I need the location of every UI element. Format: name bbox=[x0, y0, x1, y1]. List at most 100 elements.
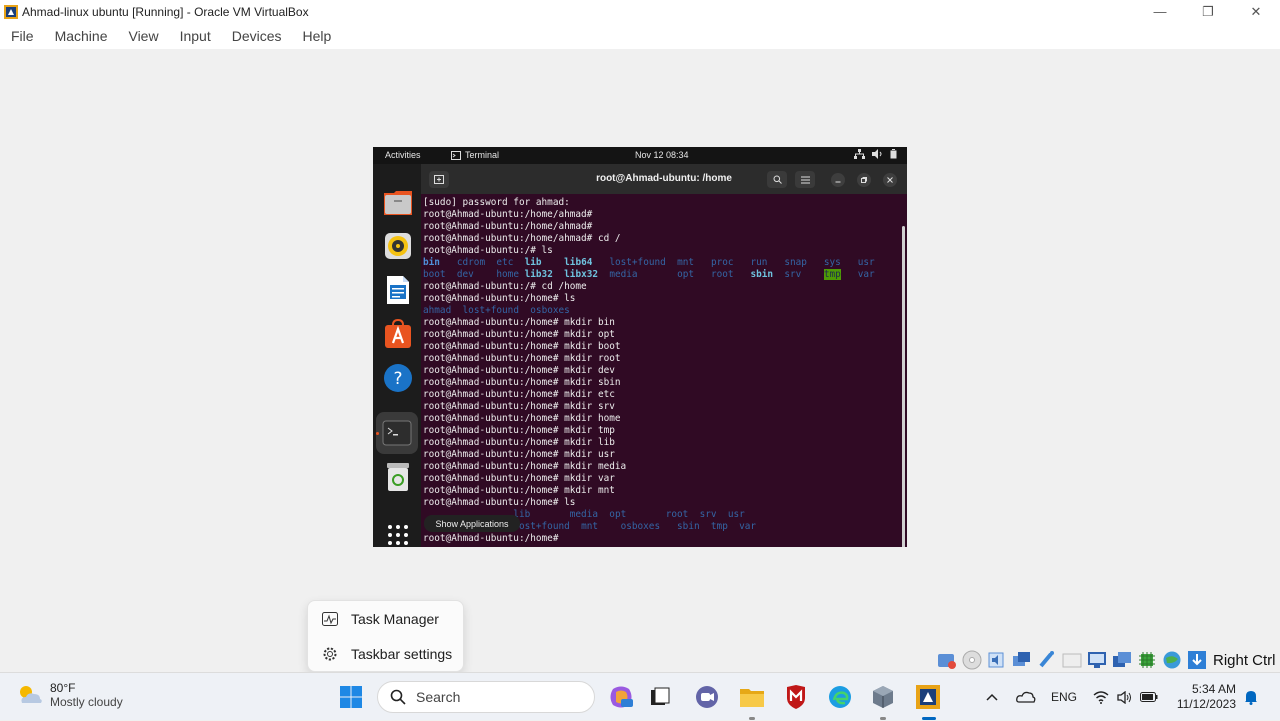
menu-machine[interactable]: Machine bbox=[44, 28, 118, 44]
vm-display[interactable]: Activities Terminal Nov 12 08:34 ? root@… bbox=[373, 147, 907, 547]
taskbar-task-view[interactable] bbox=[646, 682, 676, 712]
ls-entry: lib32 bbox=[524, 269, 553, 280]
taskbar-virtualbox-vm[interactable] bbox=[913, 682, 943, 712]
tray-clock[interactable]: 5:34 AM 11/12/2023 bbox=[1177, 682, 1236, 712]
dock-software[interactable] bbox=[381, 317, 414, 350]
system-menu[interactable] bbox=[854, 149, 897, 159]
wifi-icon bbox=[1093, 690, 1109, 704]
hard-disk-icon[interactable] bbox=[936, 649, 958, 671]
menu-file[interactable]: File bbox=[0, 28, 44, 44]
guest-additions-icon[interactable] bbox=[1161, 649, 1183, 671]
network-adapter-icon[interactable] bbox=[1011, 649, 1033, 671]
tray-overflow-button[interactable] bbox=[986, 673, 998, 721]
menu-input[interactable]: Input bbox=[169, 28, 221, 44]
software-store-icon bbox=[384, 318, 411, 348]
menu-devices[interactable]: Devices bbox=[221, 28, 292, 44]
search-icon bbox=[773, 175, 782, 184]
optical-drive-icon[interactable] bbox=[961, 649, 983, 671]
dock-help[interactable]: ? bbox=[381, 361, 414, 394]
terminal-scrollbar[interactable] bbox=[902, 226, 905, 547]
menu-view[interactable]: View bbox=[117, 28, 168, 44]
files-icon bbox=[383, 190, 412, 215]
ls-entry: var bbox=[739, 521, 757, 532]
dock-files[interactable] bbox=[381, 185, 414, 218]
teams-chat-icon bbox=[696, 686, 718, 708]
writer-icon bbox=[386, 275, 409, 304]
cloud-sync-icon bbox=[1016, 691, 1036, 703]
activities-button[interactable]: Activities bbox=[385, 150, 421, 160]
taskbar-search-box[interactable]: Search bbox=[377, 681, 595, 713]
window-title: Ahmad-linux ubuntu [Running] - Oracle VM… bbox=[22, 4, 309, 19]
dock-terminal[interactable] bbox=[376, 412, 418, 454]
terminal-output[interactable]: [sudo] password for ahmad: root@Ahmad-ubu… bbox=[423, 194, 903, 547]
taskbar-settings-label: Taskbar settings bbox=[351, 646, 453, 662]
terminal-minimize-button[interactable] bbox=[831, 173, 845, 187]
ls-entry: boot bbox=[423, 269, 446, 280]
taskbar-copilot[interactable] bbox=[606, 682, 636, 712]
terminal-line: root@Ahmad-ubuntu:/home# ls bbox=[423, 497, 576, 508]
ls-entry: snap bbox=[784, 257, 807, 268]
ls-entry: lib bbox=[524, 257, 542, 268]
tray-notifications[interactable] bbox=[1244, 673, 1258, 721]
ls-entry: tmp bbox=[823, 269, 841, 280]
task-manager-label: Task Manager bbox=[351, 611, 439, 627]
host-key-label: Right Ctrl bbox=[1213, 651, 1276, 669]
terminal-line: root@Ahmad-ubuntu:/home# mkdir opt bbox=[423, 329, 615, 340]
dock-rhythmbox[interactable] bbox=[381, 229, 414, 262]
taskbar-edge[interactable] bbox=[825, 682, 855, 712]
dock-writer[interactable] bbox=[381, 273, 414, 306]
show-applications-tooltip: Show Applications bbox=[424, 515, 520, 532]
weather-widget[interactable]: 80°F Mostly cloudy bbox=[16, 681, 123, 709]
display-icon[interactable] bbox=[1086, 649, 1108, 671]
terminal-line: root@Ahmad-ubuntu:/home# mkdir lib bbox=[423, 437, 615, 448]
bell-icon bbox=[1245, 691, 1257, 705]
terminal-line: root@Ahmad-ubuntu:/home# mkdir tmp bbox=[423, 425, 615, 436]
tray-language[interactable]: ENG bbox=[1051, 673, 1077, 721]
terminal-line: root@Ahmad-ubuntu:/home# mkdir root bbox=[423, 353, 621, 364]
usb-icon[interactable] bbox=[1036, 649, 1058, 671]
virtualbox-cube-icon bbox=[873, 686, 893, 708]
terminal-search-button[interactable] bbox=[767, 171, 787, 188]
copilot-icon bbox=[610, 686, 633, 708]
ls-output-row: boot dev home lib32 libx32 media opt roo… bbox=[423, 269, 903, 281]
mouse-integration-icon[interactable] bbox=[1186, 649, 1208, 671]
taskbar-mcafee[interactable] bbox=[781, 682, 811, 712]
taskbar-teams[interactable] bbox=[692, 682, 722, 712]
menu-help[interactable]: Help bbox=[292, 28, 342, 44]
close-button[interactable]: ✕ bbox=[1232, 0, 1280, 23]
taskbar-virtualbox-manager[interactable] bbox=[868, 682, 898, 712]
ls-entry: opt bbox=[609, 509, 627, 520]
terminal-close-button[interactable] bbox=[883, 173, 897, 187]
menu-item-taskbar-settings[interactable]: Taskbar settings bbox=[308, 637, 465, 671]
terminal-icon bbox=[451, 150, 461, 160]
dock-trash[interactable] bbox=[381, 460, 414, 493]
audio-icon[interactable] bbox=[986, 649, 1008, 671]
terminal-line: root@Ahmad-ubuntu:/home# mkdir dev bbox=[423, 365, 615, 376]
app-menu-terminal[interactable]: Terminal bbox=[451, 150, 499, 160]
cpu-icon[interactable] bbox=[1136, 649, 1158, 671]
ls-entry: ahmad bbox=[423, 305, 452, 316]
tray-onedrive[interactable] bbox=[1016, 673, 1036, 721]
recording-icon[interactable] bbox=[1111, 649, 1133, 671]
restore-button[interactable]: ❐ bbox=[1184, 0, 1232, 23]
terminal-window[interactable]: root@Ahmad-ubuntu: /home [sudo] password… bbox=[421, 164, 907, 547]
terminal-maximize-button[interactable] bbox=[857, 173, 871, 187]
terminal-menu-button[interactable] bbox=[795, 171, 815, 188]
ls-entry: osboxes bbox=[530, 305, 570, 316]
weather-condition: Mostly cloudy bbox=[50, 695, 123, 709]
start-button[interactable] bbox=[336, 682, 366, 712]
terminal-line: root@Ahmad-ubuntu:/home# mkdir mnt bbox=[423, 485, 615, 496]
minimize-button[interactable]: — bbox=[1136, 0, 1184, 23]
terminal-line: root@Ahmad-ubuntu:/home# ls bbox=[423, 293, 576, 304]
speaker-icon bbox=[1117, 690, 1131, 704]
tray-date: 11/12/2023 bbox=[1176, 697, 1236, 711]
taskbar-file-explorer[interactable] bbox=[737, 682, 767, 712]
ls-entry: sbin bbox=[750, 269, 774, 280]
topbar-clock[interactable]: Nov 12 08:34 bbox=[635, 150, 689, 160]
show-applications-button[interactable] bbox=[381, 518, 414, 547]
folder-icon bbox=[740, 689, 764, 707]
ls-entry: usr bbox=[857, 257, 875, 268]
tray-quick-settings[interactable] bbox=[1093, 673, 1158, 721]
shared-folders-icon[interactable] bbox=[1061, 649, 1083, 671]
menu-item-task-manager[interactable]: Task Manager bbox=[308, 602, 465, 636]
